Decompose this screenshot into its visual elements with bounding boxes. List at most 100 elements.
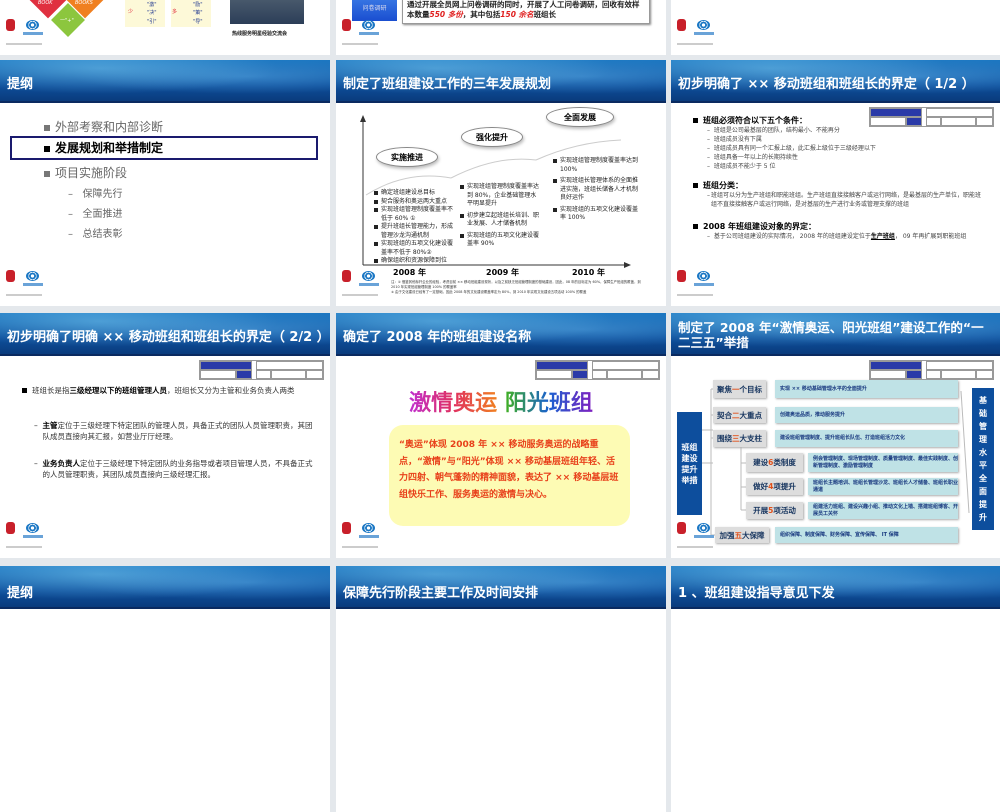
- logo: [6, 19, 52, 49]
- measure-content: 实现 ×× 移动基础管理水平的全面提升: [775, 380, 958, 398]
- slogan: 激情奥运 阳光班组: [409, 391, 593, 416]
- slide-title: 初步明确了明确 ×× 移动班组和班组长的界定（ 2/2 ）: [7, 330, 330, 345]
- logo: [6, 270, 52, 300]
- slogan-explanation-box: “奥运”体现 2008 年 ×× 移动服务奥运的战略重点，“激情”与“阳光”体现…: [389, 425, 630, 526]
- classification-text: – 班组可以分为生产班组和职能班组。生产班组直接接触客户或运行网络，是最基层的生…: [707, 192, 981, 208]
- less-panel: 少 "激" "决" "引": [125, 0, 165, 27]
- measure-content: 创建奥运品质，推动服务提升: [775, 407, 958, 423]
- measure-label: 加强五大保障: [715, 527, 769, 543]
- slide-thumbnail-activities[interactable]: BOOK BOOKS 一"+" 少 "激" "决" "引" 多 "励" "策" …: [0, 0, 330, 55]
- slide-thumbnail-name[interactable]: 确定了 2008 年的班组建设名称 激情奥运 阳光班组 “奥运”体现 2008 …: [336, 313, 666, 558]
- bullet-icon: [44, 145, 50, 152]
- slide-header: 初步明确了明确 ×× 移动班组和班组长的界定（ 2/2 ）: [0, 313, 330, 356]
- progress-navigator: [199, 360, 324, 380]
- measure-content: 班组长主题培训、班组长管理沙龙、班组长人才储备、班组长职业通道: [808, 478, 958, 495]
- slide-title: 1 、班组建设指导意见下发: [678, 586, 835, 601]
- slide-title: 确定了 2008 年的班组建设名称: [343, 330, 532, 345]
- diamond-label: 一"+": [60, 18, 74, 24]
- slide-thumbnail-plan[interactable]: 制定了班组建设工作的三年发展规划 实施推进 强化提升 全面发展 确定班组建设总目…: [336, 60, 666, 306]
- slide-header: 提纲: [0, 60, 330, 103]
- plan-2010-list: 实现班组管理制度覆盖率达到 100% 实现班组长管理体系的全面推进实施，班组长储备…: [553, 157, 639, 223]
- outline-item-active: 发展规划和举措制定: [10, 136, 318, 160]
- slide-thumbnail-definition-2[interactable]: 初步明确了明确 ×× 移动班组和班组长的界定（ 2/2 ） 班组长是指三级经理以…: [0, 313, 330, 558]
- meeting-photo: [230, 0, 304, 24]
- measure-label: 契合二大重点: [713, 407, 766, 423]
- diamond-label: BOOK: [38, 0, 53, 6]
- slide-thumbnail-measures[interactable]: 制定了 2008 年“激情奥运、阳光班组”建设工作的“一二三五”举措 班组建设提…: [671, 313, 1000, 558]
- left-summary-box: 班组建设提升举措: [677, 412, 702, 515]
- bullet-icon: [44, 124, 50, 131]
- logo: [342, 270, 388, 300]
- bullet-heading: 班组分类：: [693, 180, 743, 191]
- phase-oval: 全面发展: [546, 107, 614, 127]
- condition-list: – 班组是公司最基层的团队，结构最小、不能再分 – 班组成员没有下属 – 班组成员具…: [707, 127, 876, 170]
- measure-label: 建设 6 类制度: [746, 453, 803, 472]
- phase-oval: 实施推进: [376, 147, 438, 167]
- survey-button: 问卷调研: [352, 0, 397, 21]
- year-label: 2009 年: [486, 268, 520, 277]
- plan-notes: 注：① 借鉴其他标杆企业的经验，考虑目前 ×× 移动班组建设现状，以及之前缺乏班…: [391, 280, 641, 294]
- less-item: "决": [147, 10, 157, 16]
- photo-caption: 热线服务明星经验交流会: [232, 31, 288, 37]
- bullet-heading: 2008 年班组建设对象的界定：: [693, 221, 816, 232]
- slide-header: 确定了 2008 年的班组建设名称: [336, 313, 666, 356]
- more-panel: 多 "励" "策" "导": [171, 0, 211, 27]
- measure-content: 例会管理制度、现场管理制度、质量管理制度、最佳实践制度、创新管理制度、激励管理制…: [808, 453, 958, 472]
- business-lead-definition: – 业务负责人定位于三级经理下特定团队的业务指导或者项目管理人员，不具备正式的人…: [34, 459, 313, 479]
- phase-oval: 强化提升: [461, 127, 523, 147]
- logo: [342, 19, 388, 49]
- supervisor-definition: – 主管定位于三级经理下特定团队的管理人员，具备正式的团队人员管理职责，其团队成…: [34, 421, 313, 441]
- measure-label: 聚焦一个目标: [713, 380, 766, 398]
- survey-text: ，其中包括: [462, 10, 501, 19]
- survey-count: 150 余名: [500, 10, 534, 19]
- slide-thumbnail-survey[interactable]: 问卷调研 通过开展全员网上问卷调研的同时，开展了人工问卷调研，回收有效样本数量5…: [336, 0, 666, 55]
- progress-navigator: [535, 360, 660, 380]
- bullet-heading: 班组必须符合以下五个条件：: [693, 115, 807, 126]
- slide-title: 提纲: [7, 77, 34, 92]
- logo: [677, 19, 723, 49]
- slide-header: 1 、班组建设指导意见下发: [671, 566, 1000, 609]
- survey-text: 班组长: [533, 10, 557, 19]
- survey-count: 550 多份: [429, 10, 463, 19]
- measure-label: 做好 4 项提升: [746, 478, 803, 495]
- more-item: "励": [193, 2, 203, 8]
- slide-thumbnail-blank[interactable]: [671, 0, 1000, 55]
- outline-subitem: – 总结表彰: [68, 229, 123, 240]
- year-label: 2008 年: [393, 268, 427, 277]
- less-label: 少: [128, 9, 134, 15]
- logo: [342, 522, 388, 552]
- outline-item: 项目实施阶段: [44, 164, 127, 181]
- slide-thumbnail-outline[interactable]: 提纲 外部考察和内部诊断 发展规划和举措制定 项目实施阶段 – 保障先行 – 全…: [0, 60, 330, 306]
- slide-title: 提纲: [7, 586, 34, 601]
- measure-label: 围绕三大支柱: [713, 430, 766, 447]
- slide-header: 初步明确了 ×× 移动班组和班组长的界定（ 1/2 ）: [671, 60, 1000, 103]
- diamond-label: BOOKS: [75, 0, 93, 6]
- more-item: "策": [193, 10, 203, 16]
- slide-title: 初步明确了 ×× 移动班组和班组长的界定（ 1/2 ）: [678, 77, 975, 92]
- logo: [6, 522, 52, 552]
- slide-thumbnail-schedule[interactable]: 保障先行阶段主要工作及时间安排: [336, 566, 666, 812]
- progress-navigator: [869, 107, 994, 127]
- less-item: "引": [147, 19, 157, 25]
- scope-text: – 基于公司班组建设的实际情况， 2008 年的班组建设定位于生产班组， 09 …: [707, 233, 967, 240]
- slide-thumbnail-guidance[interactable]: 1 、班组建设指导意见下发: [671, 566, 1000, 812]
- leader-definition: 班组长是指三级经理以下的班组管理人员，班组长又分为主管和业务负责人两类: [22, 385, 312, 396]
- outline-subitem: – 保障先行: [68, 189, 123, 200]
- slide-thumbnail-outline-2[interactable]: 提纲: [0, 566, 330, 812]
- year-label: 2010 年: [572, 268, 606, 277]
- logo: [677, 270, 723, 300]
- slide-thumbnail-definition-1[interactable]: 初步明确了 ×× 移动班组和班组长的界定（ 1/2 ） 班组必须符合以下五个条件…: [671, 60, 1000, 306]
- plan-2008-list: 确定班组建设总目标 契合服务和奥运两大重点 实现班组管理制度覆盖率不低于 60% ①…: [374, 189, 456, 266]
- measure-content: 建设班组管理制度、提升班组长队伍、打造班组活力文化: [775, 430, 958, 447]
- slide-header: 保障先行阶段主要工作及时间安排: [336, 566, 666, 609]
- slide-title: 保障先行阶段主要工作及时间安排: [343, 586, 539, 601]
- outline-item: 外部考察和内部诊断: [44, 118, 163, 135]
- more-label: 多: [172, 9, 178, 15]
- right-summary-box: 基础管理水平全面提升: [972, 388, 994, 530]
- slide-header: 提纲: [0, 566, 330, 609]
- more-item: "导": [193, 19, 203, 25]
- survey-textbox: 通过开展全员网上问卷调研的同时，开展了人工问卷调研，回收有效样本数量550 多份…: [402, 0, 650, 24]
- outline-subitem: – 全面推进: [68, 209, 123, 220]
- plan-2009-list: 实现班组管理制度覆盖率达到 80%，企业基础管理水平明显提升 初步建立起班组长培训…: [460, 183, 540, 249]
- bullet-icon: [693, 118, 698, 123]
